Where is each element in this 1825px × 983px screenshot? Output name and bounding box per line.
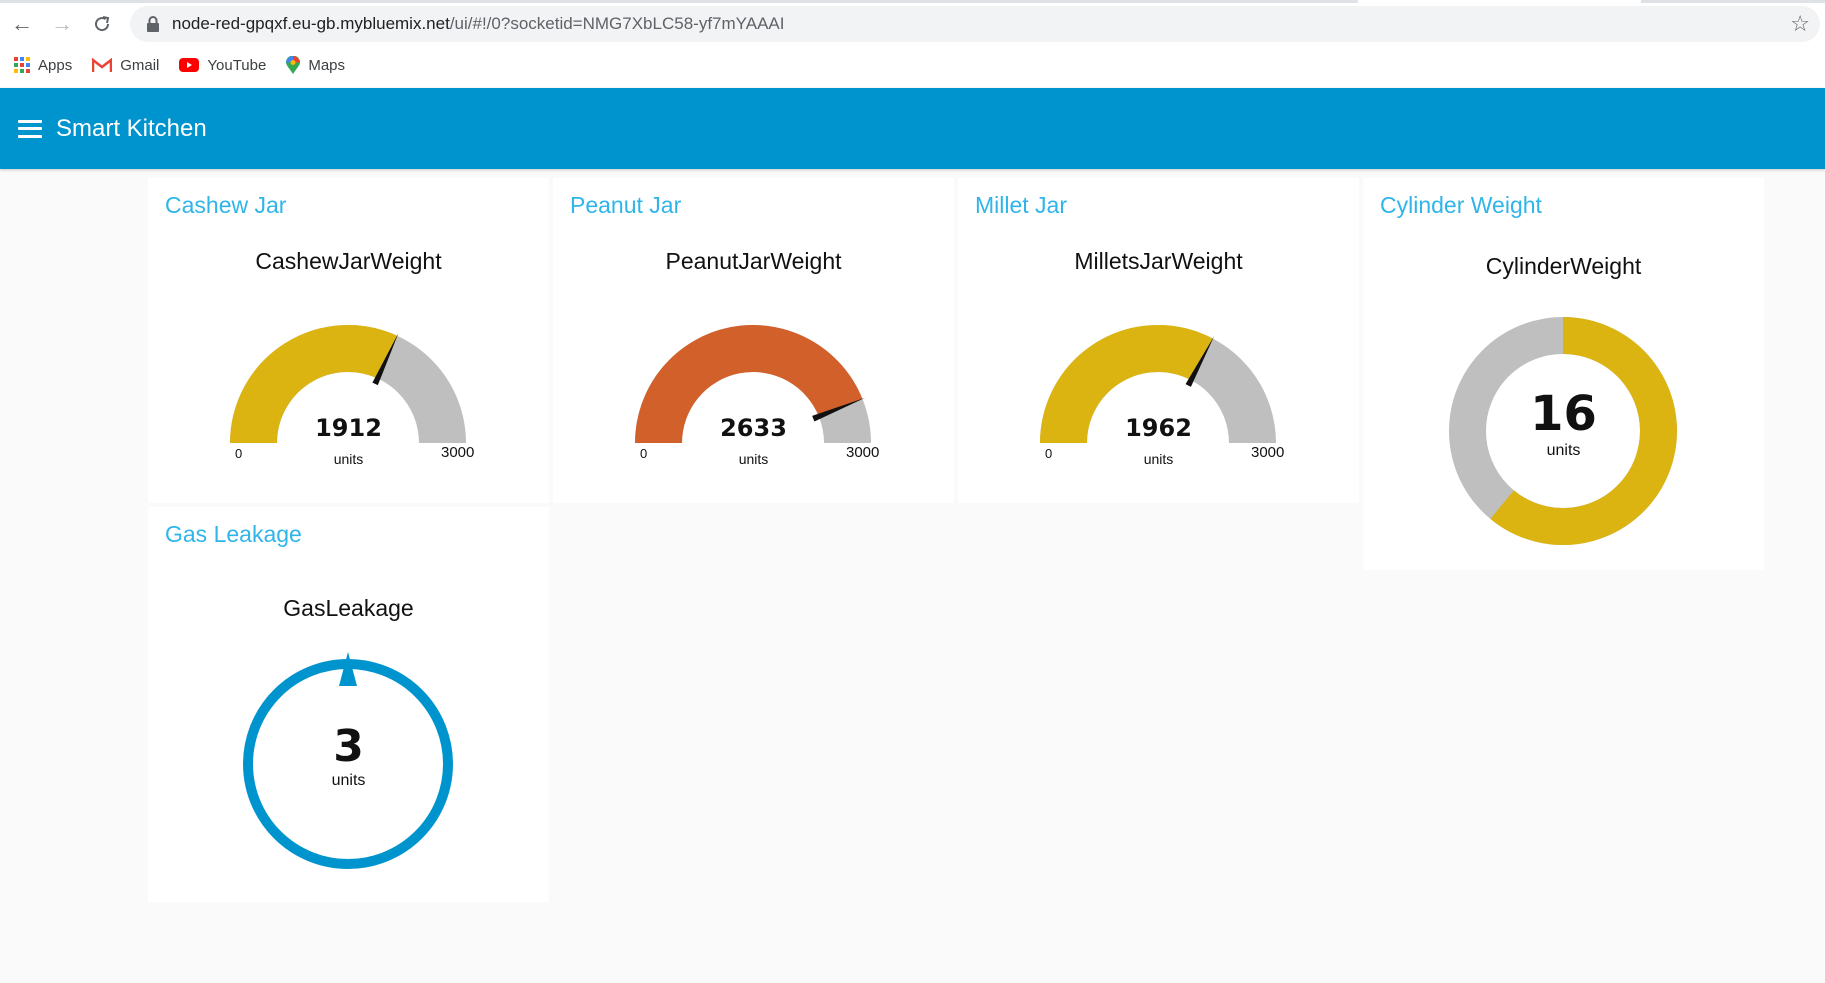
bookmark-gmail-label: Gmail: [120, 56, 160, 74]
hamburger-menu-icon[interactable]: [18, 119, 42, 138]
card-title: Cashew Jar: [165, 192, 287, 218]
card-title: Gas Leakage: [165, 521, 302, 547]
bookmark-maps-label: Maps: [308, 56, 346, 74]
gauge-units: units: [738, 451, 769, 467]
gauge-min: 0: [1045, 446, 1053, 461]
bookmark-star-icon[interactable]: ☆: [1790, 11, 1810, 37]
gauge-value: 16: [1530, 386, 1597, 442]
bookmark-apps-label: Apps: [38, 56, 73, 74]
browser-toolbar: ← → node-red-gpqxf.eu-gb.mybluemix.net/u…: [0, 0, 1825, 88]
gas-leakage-card: Gas Leakage GasLeakage 3 units: [148, 507, 549, 902]
gauge-min: 0: [640, 446, 648, 461]
youtube-icon: [179, 58, 200, 72]
url-text[interactable]: node-red-gpqxf.eu-gb.mybluemix.net/ui/#!…: [172, 14, 784, 34]
bookmark-youtube-label: YouTube: [207, 56, 267, 74]
bookmark-apps[interactable]: Apps: [14, 57, 72, 74]
gauge-max: 3000: [441, 444, 475, 461]
gauge-units: units: [1546, 442, 1581, 459]
bookmarks-bar: Apps Gmail YouTube Maps: [0, 52, 351, 78]
back-arrow-icon[interactable]: ←: [8, 10, 36, 38]
gmail-icon: [92, 57, 113, 72]
cashew-jar-card: Cashew Jar CashewJarWeight 1912 units 0 …: [148, 178, 549, 503]
gauge-label: PeanutJarWeight: [665, 248, 842, 274]
address-bar[interactable]: node-red-gpqxf.eu-gb.mybluemix.net/ui/#!…: [130, 6, 1820, 42]
lock-icon[interactable]: [146, 16, 160, 32]
gauge-label: CashewJarWeight: [255, 248, 442, 274]
forward-arrow-icon[interactable]: →: [48, 10, 76, 38]
bookmark-maps[interactable]: Maps: [286, 55, 346, 75]
dashboard-header: Smart Kitchen: [0, 88, 1825, 169]
dashboard-title: Smart Kitchen: [56, 114, 207, 142]
bookmark-gmail[interactable]: Gmail: [92, 57, 159, 74]
gauge-units: units: [1143, 451, 1174, 467]
gauge-value: 1912: [315, 414, 382, 442]
tab-strip: [0, 0, 1825, 3]
bookmark-youtube[interactable]: YouTube: [179, 57, 266, 74]
card-title: Peanut Jar: [570, 192, 682, 218]
card-title: Millet Jar: [975, 192, 1068, 218]
gauge-label: MilletsJarWeight: [1074, 248, 1243, 274]
gauge-label: GasLeakage: [283, 595, 414, 621]
active-tab-edge[interactable]: [1358, 0, 1641, 3]
gauge-max: 3000: [1251, 444, 1285, 461]
gauge-units: units: [333, 451, 364, 467]
gauge-value: 1962: [1125, 414, 1192, 442]
millet-jar-card: Millet Jar MilletsJarWeight 1962 units 0…: [958, 178, 1359, 503]
cylinder-weight-card: Cylinder Weight CylinderWeight 16 units: [1363, 178, 1764, 570]
card-title: Cylinder Weight: [1380, 192, 1542, 218]
peanut-jar-card: Peanut Jar PeanutJarWeight 2633 units 0 …: [553, 178, 954, 503]
gauge-label: CylinderWeight: [1485, 253, 1642, 279]
maps-icon: [286, 55, 301, 74]
gauge-max: 3000: [846, 444, 880, 461]
gauge-units: units: [331, 772, 366, 789]
gauge-value: 2633: [720, 414, 787, 442]
gauge-min: 0: [235, 446, 243, 461]
reload-icon[interactable]: [88, 10, 116, 38]
gauge-value: 3: [333, 721, 364, 772]
apps-grid-icon: [14, 57, 30, 73]
